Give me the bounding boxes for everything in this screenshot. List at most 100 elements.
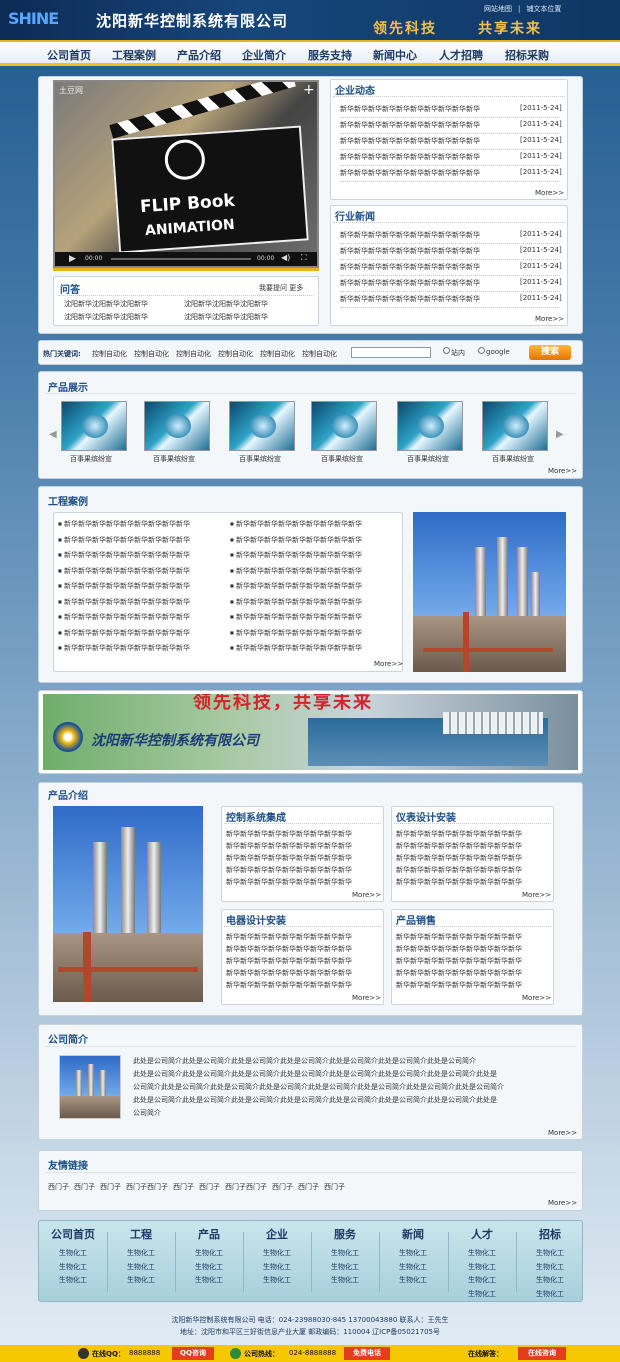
footer-col-link[interactable]: 生物化工 xyxy=(520,1247,580,1261)
nav-item-about[interactable]: 企业简介 xyxy=(242,47,286,63)
keyword-link[interactable]: 控制自动化 xyxy=(134,349,169,359)
sitemap-link[interactable]: 网站地图 xyxy=(484,5,512,13)
case-item[interactable]: 新华新华新华新华新华新华新华新华新华 xyxy=(58,519,190,529)
site-logo[interactable]: SHINE xyxy=(8,9,59,28)
footer-col-heading[interactable]: 招标 xyxy=(520,1226,580,1242)
more-link[interactable]: More>> xyxy=(535,315,564,323)
case-item[interactable]: 新华新华新华新华新华新华新华新华新华 xyxy=(58,628,190,638)
radio-google[interactable] xyxy=(478,347,485,354)
arrow-left-icon[interactable]: ◀ xyxy=(49,429,57,440)
product-thumb[interactable] xyxy=(229,401,295,451)
keyword-link[interactable]: 控制自动化 xyxy=(176,349,211,359)
footer-col-link[interactable]: 生物化工 xyxy=(43,1247,103,1261)
news-row[interactable]: 新华新华新华新华新华新华新华新华新华新华 [2011-5-24] xyxy=(340,278,562,292)
friend-link[interactable]: 西门子 xyxy=(48,1183,69,1191)
fullscreen-icon[interactable]: ⛶ xyxy=(301,253,307,263)
footer-col-link[interactable]: 生物化工 xyxy=(179,1274,239,1288)
qq-consult-button[interactable]: QQ咨询 xyxy=(172,1347,214,1360)
footer-col-heading[interactable]: 新闻 xyxy=(383,1226,443,1242)
product-thumb[interactable] xyxy=(397,401,463,451)
nav-item-cases[interactable]: 工程案例 xyxy=(112,47,156,63)
qa-item[interactable]: 沈阳新华沈阳新华沈阳新华 xyxy=(64,299,148,309)
case-item[interactable]: 新华新华新华新华新华新华新华新华新华 xyxy=(230,643,362,653)
news-row[interactable]: 新华新华新华新华新华新华新华新华新华新华 [2011-5-24] xyxy=(340,230,562,244)
online-consult-button[interactable]: 在线咨询 xyxy=(518,1347,566,1360)
more-link[interactable]: More>> xyxy=(374,660,403,668)
footer-col-link[interactable]: 生物化工 xyxy=(179,1261,239,1275)
nav-item-jobs[interactable]: 人才招聘 xyxy=(439,47,483,63)
footer-col-heading[interactable]: 公司首页 xyxy=(43,1226,103,1242)
product-caption[interactable]: 百事果缤纷宣 xyxy=(321,454,363,464)
case-item[interactable]: 新华新华新华新华新华新华新华新华新华 xyxy=(230,612,362,622)
case-item[interactable]: 新华新华新华新华新华新华新华新华新华 xyxy=(58,581,190,591)
footer-col-heading[interactable]: 企业 xyxy=(247,1226,307,1242)
product-caption[interactable]: 百事果缤纷宣 xyxy=(239,454,281,464)
footer-col-link[interactable]: 生物化工 xyxy=(315,1261,375,1275)
friend-link[interactable]: 西门子 xyxy=(173,1183,194,1191)
footer-col-link[interactable]: 生物化工 xyxy=(247,1247,307,1261)
more-link[interactable]: More>> xyxy=(548,1129,577,1137)
more-link[interactable]: More>> xyxy=(522,994,551,1002)
footer-col-link[interactable]: 生物化工 xyxy=(520,1288,580,1302)
search-input[interactable] xyxy=(351,347,431,358)
footer-col-heading[interactable]: 产品 xyxy=(179,1226,239,1242)
product-caption[interactable]: 百事果缤纷宣 xyxy=(153,454,195,464)
plus-icon[interactable]: + xyxy=(303,82,315,98)
case-item[interactable]: 新华新华新华新华新华新华新华新华新华 xyxy=(58,550,190,560)
case-item[interactable]: 新华新华新华新华新华新华新华新华新华 xyxy=(230,628,362,638)
case-item[interactable]: 新华新华新华新华新华新华新华新华新华 xyxy=(230,566,362,576)
case-item[interactable]: 新华新华新华新华新华新华新华新华新华 xyxy=(58,643,190,653)
play-icon[interactable]: ▶ xyxy=(69,254,76,264)
nav-item-home[interactable]: 公司首页 xyxy=(47,47,91,63)
product-caption[interactable]: 百事果缤纷宣 xyxy=(70,454,112,464)
intro-box-title[interactable]: 电器设计安装 xyxy=(226,912,286,927)
case-item[interactable]: 新华新华新华新华新华新华新华新华新华 xyxy=(58,535,190,545)
product-thumb[interactable] xyxy=(482,401,548,451)
nav-item-service[interactable]: 服务支持 xyxy=(308,47,352,63)
footer-col-link[interactable]: 生物化工 xyxy=(383,1247,443,1261)
video-player[interactable]: FLIP Book ANIMATION 土豆网 + ▶ 00:00 00:00 … xyxy=(53,80,319,268)
keyword-link[interactable]: 控制自动化 xyxy=(92,349,127,359)
search-button[interactable]: 搜索 xyxy=(529,345,571,360)
news-row[interactable]: 新华新华新华新华新华新华新华新华新华新华 [2011-5-24] xyxy=(340,294,562,308)
news-row[interactable]: 新华新华新华新华新华新华新华新华新华新华 [2011-5-24] xyxy=(340,120,562,134)
nav-item-tender[interactable]: 招标采购 xyxy=(505,47,549,63)
news-row[interactable]: 新华新华新华新华新华新华新华新华新华新华 [2011-5-24] xyxy=(340,104,562,118)
radio-site[interactable] xyxy=(443,347,450,354)
friend-link[interactable]: 西门子 xyxy=(324,1183,345,1191)
nav-item-products[interactable]: 产品介绍 xyxy=(177,47,221,63)
more-link[interactable]: More>> xyxy=(352,994,381,1002)
nav-item-news[interactable]: 新闻中心 xyxy=(373,47,417,63)
product-thumb[interactable] xyxy=(311,401,377,451)
text-link[interactable]: 铺文本位置 xyxy=(526,5,561,13)
footer-col-link[interactable]: 生物化工 xyxy=(111,1274,171,1288)
product-caption[interactable]: 百事果缤纷宣 xyxy=(492,454,534,464)
footer-col-link[interactable]: 生物化工 xyxy=(179,1247,239,1261)
news-row[interactable]: 新华新华新华新华新华新华新华新华新华新华 [2011-5-24] xyxy=(340,152,562,166)
more-link[interactable]: More>> xyxy=(548,467,577,475)
free-call-button[interactable]: 免费电话 xyxy=(344,1347,390,1360)
case-item[interactable]: 新华新华新华新华新华新华新华新华新华 xyxy=(230,519,362,529)
keyword-link[interactable]: 控制自动化 xyxy=(260,349,295,359)
news-row[interactable]: 新华新华新华新华新华新华新华新华新华新华 [2011-5-24] xyxy=(340,246,562,260)
footer-col-link[interactable]: 生物化工 xyxy=(452,1274,512,1288)
footer-col-link[interactable]: 生物化工 xyxy=(452,1247,512,1261)
intro-box-title[interactable]: 控制系统集成 xyxy=(226,809,286,824)
friend-link[interactable]: 西门子 xyxy=(272,1183,293,1191)
product-thumb[interactable] xyxy=(144,401,210,451)
case-item[interactable]: 新华新华新华新华新华新华新华新华新华 xyxy=(58,612,190,622)
friend-link[interactable]: 西门子西门子 xyxy=(126,1183,168,1191)
case-item[interactable]: 新华新华新华新华新华新华新华新华新华 xyxy=(58,566,190,576)
arrow-right-icon[interactable]: ▶ xyxy=(556,429,564,440)
video-progress[interactable] xyxy=(111,258,251,260)
footer-col-link[interactable]: 生物化工 xyxy=(315,1247,375,1261)
footer-col-link[interactable]: 生物化工 xyxy=(43,1274,103,1288)
friend-link[interactable]: 西门子 xyxy=(74,1183,95,1191)
footer-col-heading[interactable]: 服务 xyxy=(315,1226,375,1242)
footer-col-link[interactable]: 生物化工 xyxy=(452,1261,512,1275)
qa-item[interactable]: 沈阳新华沈阳新华沈阳新华 xyxy=(64,312,148,322)
more-link[interactable]: More>> xyxy=(352,891,381,899)
qa-links[interactable]: 我要提问 更多 xyxy=(259,283,303,293)
keyword-link[interactable]: 控制自动化 xyxy=(302,349,337,359)
friend-link[interactable]: 西门子 xyxy=(298,1183,319,1191)
